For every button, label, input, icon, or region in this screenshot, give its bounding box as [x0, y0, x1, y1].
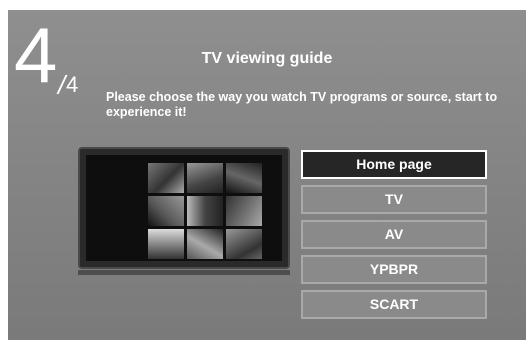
menu-item-tv[interactable]: TV: [301, 185, 487, 214]
source-menu: Home page TV AV YPBPR SCART: [301, 150, 487, 325]
preview-thumbnail: [187, 163, 223, 193]
menu-item-av[interactable]: AV: [301, 220, 487, 249]
menu-item-ypbpr[interactable]: YPBPR: [301, 255, 487, 284]
preview-thumbnail: [226, 163, 262, 193]
preview-thumbnail: [187, 196, 223, 226]
tv-preview-screen: [86, 155, 282, 261]
preview-thumbnail: [148, 163, 184, 193]
page-description: Please choose the way you watch TV progr…: [106, 90, 498, 119]
step-separator: /: [58, 70, 66, 100]
menu-item-scart[interactable]: SCART: [301, 290, 487, 319]
tv-preview-frame: [78, 147, 290, 269]
preview-thumbnail: [226, 196, 262, 226]
preview-thumbnail: [187, 229, 223, 259]
menu-item-home-page[interactable]: Home page: [301, 150, 487, 179]
tv-preview-image: [148, 163, 268, 259]
page-title: TV viewing guide: [201, 50, 333, 67]
preview-thumbnail: [148, 229, 184, 259]
preview-thumbnail: [226, 229, 262, 259]
tv-guide-screen: 4 / 4 TV viewing guide Please choose the…: [8, 10, 526, 340]
step-total: 4: [66, 72, 79, 97]
tv-preview-stand: [78, 270, 290, 275]
preview-thumbnail: [148, 196, 184, 226]
